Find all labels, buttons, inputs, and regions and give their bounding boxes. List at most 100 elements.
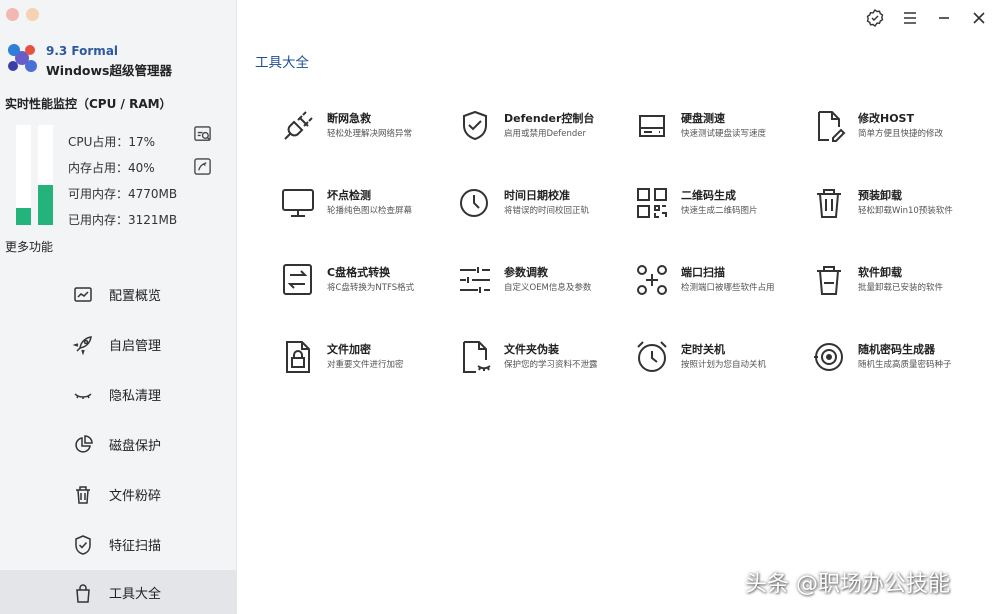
memory-usage-label: 内存占用：40%: [68, 161, 155, 175]
sidebar-item-privacy-clean[interactable]: 隐私清理: [0, 372, 237, 416]
tool-name: 定时关机: [681, 343, 725, 356]
alarm-icon: [637, 341, 667, 372]
plug-icon: [284, 111, 313, 140]
monitor-title: 实时性能监控（CPU / RAM）: [5, 97, 172, 111]
pie-chart-icon: [75, 435, 93, 453]
app-logo-icon: [8, 44, 37, 72]
cpu-usage-bar: [16, 125, 31, 225]
trash-icon: [817, 189, 841, 218]
tool-name: 参数调教: [504, 266, 548, 279]
tool-desc: 简单方便且快捷的修改: [858, 129, 944, 139]
shield-check-icon: [75, 535, 91, 555]
tool-name: 时间日期校准: [504, 189, 570, 202]
swap-icon: [283, 264, 312, 295]
cpu-detail-icon[interactable]: [193, 125, 212, 144]
chart-icon: [74, 287, 92, 302]
tool-network-rescue[interactable]: 断网急救 轻松处理解决网络异常: [280, 108, 450, 156]
tool-port-scan[interactable]: 端口扫描 检测端口被哪些软件占用: [634, 262, 804, 310]
watermark-text: 头条 @职场办公技能: [745, 572, 950, 597]
tool-name: C盘格式转换: [327, 266, 391, 279]
tool-desc: 将C盘转换为NTFS格式: [327, 283, 415, 293]
scan-icon: [637, 265, 667, 295]
tool-desc: 快速生成二维码图片: [681, 206, 758, 216]
file-disguise-icon: [463, 341, 491, 373]
tool-name: 坏点检测: [327, 189, 371, 202]
tool-scheduled-shutdown[interactable]: 定时关机 按照计划为您自动关机: [634, 339, 804, 387]
sidebar-item-file-shredder[interactable]: 文件粉碎: [0, 472, 237, 516]
tool-desc: 自定义OEM信息及参数: [504, 283, 592, 293]
tool-password-generator[interactable]: 随机密码生成器 随机生成高质量密码种子: [811, 339, 981, 387]
tool-desc: 保护您的学习资料不泄露: [504, 360, 598, 370]
tool-name: Defender控制台: [504, 112, 595, 125]
tool-name: 软件卸载: [858, 266, 902, 279]
tool-defender-console[interactable]: Defender控制台 启用或禁用Defender: [457, 108, 627, 156]
sidebar-item-label: 特征扫描: [109, 539, 162, 554]
tool-desc: 随机生成高质量密码种子: [858, 360, 952, 370]
verified-badge-icon[interactable]: [865, 8, 885, 28]
file-lock-icon: [286, 341, 310, 373]
tool-name: 预装卸载: [858, 189, 902, 202]
tool-file-encrypt[interactable]: 文件加密 对重要文件进行加密: [280, 339, 450, 387]
tool-folder-disguise[interactable]: 文件夹伪装 保护您的学习资料不泄露: [457, 339, 627, 387]
rocket-icon: [72, 336, 92, 356]
qr-code-icon: [637, 188, 667, 218]
sidebar-item-label: 配置概览: [109, 289, 162, 304]
tool-name: 断网急救: [327, 112, 371, 125]
tool-desc: 对重要文件进行加密: [327, 360, 404, 370]
sidebar-item-label: 自启管理: [109, 339, 162, 354]
window-controls: [6, 8, 39, 21]
sidebar: 9.3 Formal Windows超级管理器 实时性能监控（CPU / RAM…: [0, 0, 237, 614]
sidebar-item-label: 隐私清理: [109, 389, 162, 404]
tool-time-sync[interactable]: 时间日期校准 将错误的时间校回正轨: [457, 185, 627, 233]
tool-preinstall-uninstall[interactable]: 预装卸载 轻松卸载Win10预装软件: [811, 185, 981, 233]
sidebar-item-label: 工具大全: [109, 587, 162, 602]
tool-desc: 轮播纯色图以检查屏幕: [327, 206, 413, 216]
sidebar-item-startup[interactable]: 自启管理: [0, 322, 237, 366]
tool-desc: 按照计划为您自动关机: [681, 360, 767, 370]
sidebar-item-label: 文件粉碎: [109, 489, 162, 504]
tool-name: 文件夹伪装: [504, 343, 559, 356]
close-window-dot[interactable]: [6, 8, 19, 21]
minimize-icon[interactable]: [934, 8, 954, 28]
sidebar-item-disk-protect[interactable]: 磁盘保护: [0, 422, 237, 466]
tool-desc: 轻松处理解决网络异常: [327, 129, 413, 139]
trash-icon: [76, 486, 90, 504]
hard-drive-icon: [639, 115, 665, 137]
trash-icon: [817, 266, 841, 295]
close-icon[interactable]: [969, 8, 989, 28]
tool-name: 端口扫描: [681, 266, 725, 279]
tool-c-drive-convert[interactable]: C盘格式转换 将C盘转换为NTFS格式: [280, 262, 450, 310]
menu-icon[interactable]: [900, 8, 920, 28]
sliders-icon: [460, 267, 490, 293]
memory-detail-icon[interactable]: [193, 157, 212, 176]
sidebar-item-config-overview[interactable]: 配置概览: [0, 272, 237, 316]
tool-desc: 启用或禁用Defender: [504, 129, 587, 139]
sidebar-item-toolbox[interactable]: 工具大全: [0, 570, 237, 614]
tool-disk-speed[interactable]: 硬盘测速 快速测试硬盘读写速度: [634, 108, 804, 156]
app-version: 9.3 Formal: [46, 44, 119, 58]
sidebar-item-label: 磁盘保护: [109, 439, 162, 454]
memory-usage-bar: [38, 125, 53, 225]
tool-dead-pixel-check[interactable]: 坏点检测 轮播纯色图以检查屏幕: [280, 185, 450, 233]
tool-desc: 快速测试硬盘读写速度: [681, 129, 767, 139]
cpu-usage-fill: [16, 208, 31, 225]
file-edit-icon: [818, 111, 846, 142]
sidebar-item-feature-scan[interactable]: 特征扫描: [0, 522, 237, 566]
bag-icon: [76, 584, 90, 603]
section-title: 工具大全: [255, 55, 309, 71]
monitor-icon: [282, 189, 314, 217]
tool-name: 硬盘测速: [681, 112, 725, 125]
memory-usage-fill: [38, 185, 53, 225]
tool-name: 修改HOST: [858, 112, 914, 125]
used-memory-label: 已用内存：3121MB: [68, 213, 178, 227]
tool-param-tuning[interactable]: 参数调教 自定义OEM信息及参数: [457, 262, 627, 310]
target-icon: [814, 343, 843, 371]
tool-edit-host[interactable]: 修改HOST 简单方便且快捷的修改: [811, 108, 981, 156]
more-features-label: 更多功能: [5, 240, 54, 254]
tool-software-uninstall[interactable]: 软件卸载 批量卸载已安装的软件: [811, 262, 981, 310]
closed-eye-icon: [74, 393, 92, 399]
tool-qr-generator[interactable]: 二维码生成 快速生成二维码图片: [634, 185, 804, 233]
tool-name: 随机密码生成器: [858, 343, 935, 356]
minimize-window-dot[interactable]: [26, 8, 39, 21]
tool-desc: 轻松卸载Win10预装软件: [858, 206, 953, 216]
